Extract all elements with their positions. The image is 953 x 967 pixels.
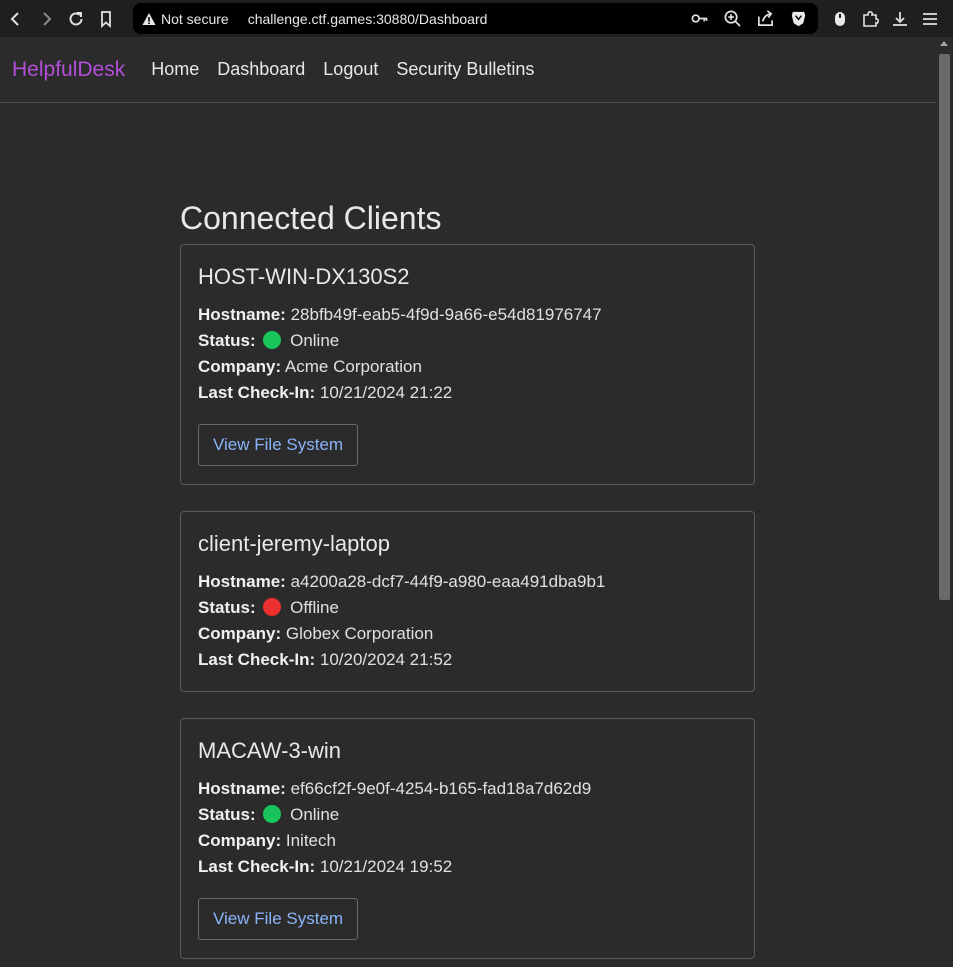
last-checkin-value: 10/21/2024 21:22 [319,383,453,402]
company-value: Acme Corporation [284,357,422,376]
page: HelpfulDesk Home Dashboard Logout Securi… [0,37,936,967]
key-icon[interactable] [690,9,709,28]
page-title: Connected Clients [180,200,442,236]
company-label: Company: [198,624,282,643]
client-card: HOST-WIN-DX130S2 Hostname: 28bfb49f-eab5… [180,244,755,485]
status-row: Status: Offline [198,595,737,621]
hostname-value: a4200a28-dcf7-44f9-a980-eaa491dba9b1 [290,572,606,591]
status-value: Online [290,805,340,824]
client-card: MACAW-3-win Hostname: ef66cf2f-9e0f-4254… [180,718,755,959]
nav-link-home[interactable]: Home [151,59,199,80]
company-value: Globex Corporation [285,624,434,643]
client-name: HOST-WIN-DX130S2 [198,264,410,289]
hostname-label: Hostname: [198,779,286,798]
not-secure-label: Not secure [161,10,229,27]
hostname-label: Hostname: [198,305,286,324]
status-row: Status: Online [198,328,737,354]
nav-link-dashboard[interactable]: Dashboard [217,59,305,80]
share-icon[interactable] [756,9,775,28]
hostname-row: Hostname: a4200a28-dcf7-44f9-a980-eaa491… [198,569,737,595]
reload-button[interactable] [62,5,90,33]
status-dot-icon [263,598,282,616]
brave-shield-icon[interactable] [789,9,808,28]
menu-icon[interactable] [920,9,940,29]
scrollbar[interactable] [936,37,953,967]
status-label: Status: [198,805,256,824]
warning-icon [142,12,156,25]
zoom-icon[interactable] [723,9,742,28]
chevron-left-icon [10,11,19,26]
last-checkin-label: Last Check-In: [198,857,316,876]
view-file-system-button[interactable]: View File System [198,898,359,940]
last-checkin-label: Last Check-In: [198,383,316,402]
company-row: Company: Acme Corporation [198,354,737,380]
hostname-label: Hostname: [198,572,286,591]
client-card: client-jeremy-laptop Hostname: a4200a28-… [180,511,755,692]
status-dot-icon [263,331,282,349]
bookmark-icon [101,10,111,28]
hostname-value: 28bfb49f-eab5-4f9d-9a66-e54d81976747 [290,305,602,324]
wallet-icon[interactable] [830,9,850,29]
main-content: Connected Clients HOST-WIN-DX130S2 Hostn… [180,200,755,967]
browser-toolbar: Not secure challenge.ctf.games:30880/Das… [0,0,953,37]
bookmark-button[interactable] [92,5,120,33]
last-checkin-label: Last Check-In: [198,650,316,669]
company-label: Company: [198,357,282,376]
address-bar[interactable]: Not secure challenge.ctf.games:30880/Das… [133,3,818,34]
status-value: Offline [290,598,339,617]
brand-link[interactable]: HelpfulDesk [12,58,125,82]
company-label: Company: [198,831,282,850]
scroll-up-icon[interactable] [940,41,948,46]
site-navbar: HelpfulDesk Home Dashboard Logout Securi… [0,37,936,103]
company-row: Company: Initech [198,828,737,854]
extensions-icon[interactable] [860,9,880,29]
hostname-row: Hostname: 28bfb49f-eab5-4f9d-9a66-e54d81… [198,302,737,328]
company-row: Company: Globex Corporation [198,621,737,647]
status-label: Status: [198,331,256,350]
back-button[interactable] [2,5,30,33]
nav-link-logout[interactable]: Logout [323,59,378,80]
url-text[interactable]: challenge.ctf.games:30880/Dashboard [248,11,488,27]
forward-button[interactable] [32,5,60,33]
last-checkin-row: Last Check-In: 10/20/2024 21:52 [198,647,737,673]
view-file-system-button[interactable]: View File System [198,424,359,466]
hostname-row: Hostname: ef66cf2f-9e0f-4254-b165-fad18a… [198,776,737,802]
status-value: Online [290,331,340,350]
status-dot-icon [263,805,282,823]
last-checkin-row: Last Check-In: 10/21/2024 19:52 [198,854,737,880]
client-name: MACAW-3-win [198,738,342,763]
nav-link-security-bulletins[interactable]: Security Bulletins [396,59,534,80]
download-icon[interactable] [890,9,910,29]
client-name: client-jeremy-laptop [198,531,390,556]
hostname-value: ef66cf2f-9e0f-4254-b165-fad18a7d62d9 [290,779,592,798]
reload-icon [69,11,83,25]
company-value: Initech [285,831,336,850]
last-checkin-row: Last Check-In: 10/21/2024 21:22 [198,380,737,406]
last-checkin-value: 10/21/2024 19:52 [319,857,453,876]
status-label: Status: [198,598,256,617]
status-row: Status: Online [198,802,737,828]
last-checkin-value: 10/20/2024 21:52 [319,650,453,669]
chevron-right-icon [43,11,52,26]
scrollbar-thumb[interactable] [939,54,950,600]
